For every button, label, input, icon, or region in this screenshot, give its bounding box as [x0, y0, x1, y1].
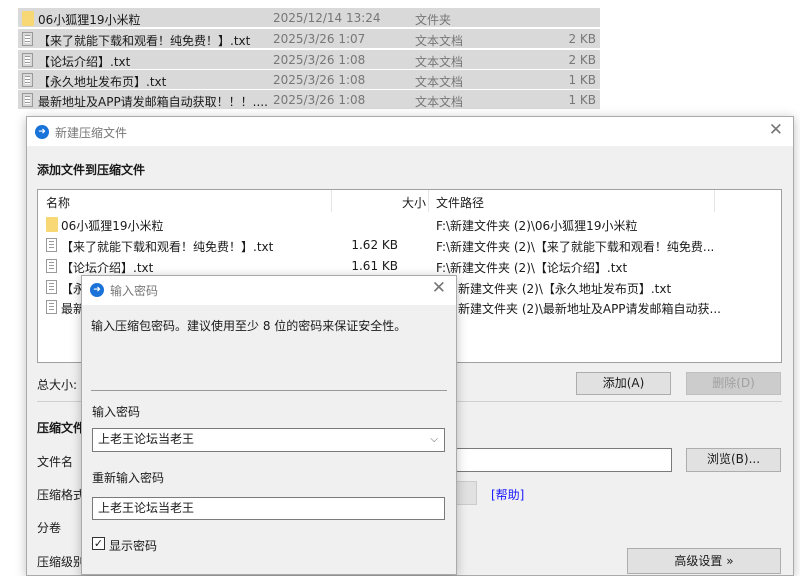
item-path: 新建文件夹 (2)\【永久地址发布页】.txt	[458, 282, 672, 296]
item-path: F:\新建文件夹 (2)\06小狐狸19小米粒	[436, 219, 638, 233]
file-icon	[46, 300, 57, 314]
explorer-row[interactable]: 【来了就能下载和观看！纯免费！】.txt 2025/3/26 1:07 文本文档 2 …	[18, 29, 600, 49]
explorer-row[interactable]: 【永久地址发布页】.txt 2025/3/26 1:08 文本文档 1 KB	[18, 70, 600, 90]
file-name: 【论坛介绍】.txt	[38, 55, 131, 69]
explorer-row[interactable]: 最新地址及APP请发邮箱自动获取！！！.... 2025/3/26 1:08 文本文…	[18, 90, 600, 110]
password-combobox[interactable]: 上老王论坛当老王 ⌵	[92, 428, 445, 452]
title-bar: ➜ 输入密码 ✕	[82, 276, 456, 305]
show-password-label[interactable]: 显示密码	[109, 537, 157, 554]
file-size: 1 KB	[568, 73, 596, 87]
item-size: 1.62 KB	[351, 238, 398, 252]
explorer-row[interactable]: 06小狐狸19小米粒 2025/12/14 13:24 文件夹	[18, 8, 600, 28]
file-name: 【永久地址发布页】.txt	[38, 75, 167, 89]
dialog-title: 输入密码	[110, 284, 159, 298]
item-name: 【来了就能下载和观看！纯免费！】.txt	[61, 240, 274, 254]
app-logo-icon: ➜	[35, 125, 49, 139]
column-header-size[interactable]: 大小	[402, 194, 426, 211]
file-type: 文本文档	[415, 34, 464, 48]
file-date: 2025/12/14 13:24	[273, 11, 381, 25]
password-hint: 输入压缩包密码。建议使用至少 8 位的密码来保证安全性。	[91, 319, 407, 333]
app-logo-icon: ➜	[90, 283, 104, 297]
column-header-path[interactable]: 文件路径	[436, 194, 484, 211]
file-size: 2 KB	[568, 53, 596, 67]
title-bar: ➜ 新建压缩文件 ✕	[27, 117, 793, 146]
file-type: 文件夹	[415, 13, 452, 27]
file-icon	[46, 238, 57, 252]
column-header-name[interactable]: 名称	[46, 194, 70, 211]
format-label: 压缩格式	[37, 488, 86, 502]
close-icon[interactable]: ✕	[769, 120, 783, 140]
close-icon[interactable]: ✕	[432, 278, 446, 298]
file-date: 2025/3/26 1:08	[273, 53, 366, 67]
confirm-password-label: 重新输入密码	[92, 471, 165, 485]
explorer-row[interactable]: 【论坛介绍】.txt 2025/3/26 1:08 文本文档 2 KB	[18, 50, 600, 70]
file-icon	[22, 93, 33, 107]
file-type: 文本文档	[415, 75, 464, 89]
add-button[interactable]: 添加(A)	[576, 372, 671, 395]
filename-input[interactable]	[447, 448, 672, 472]
section-heading: 添加文件到压缩文件	[37, 163, 146, 177]
item-name: 06小狐狸19小米粒	[61, 219, 164, 233]
item-path: F:\新建文件夹 (2)\【来了就能下载和观看！纯免费...	[436, 240, 715, 254]
file-icon	[22, 32, 33, 46]
password-dialog: ➜ 输入密码 ✕ 输入压缩包密码。建议使用至少 8 位的密码来保证安全性。 输入…	[81, 275, 457, 575]
item-name: 【论坛介绍】.txt	[61, 261, 154, 275]
list-item[interactable]: 【论坛介绍】.txt 1.61 KB F:\新建文件夹 (2)\【论坛介绍】.txt	[46, 257, 786, 277]
file-date: 2025/3/26 1:07	[273, 32, 366, 46]
split-label: 分卷	[37, 521, 62, 535]
help-link[interactable]: [帮助]	[491, 486, 524, 503]
dialog-title: 新建压缩文件	[55, 126, 128, 140]
show-password-checkbox[interactable]: ✓	[92, 537, 105, 550]
file-type: 文本文档	[415, 95, 464, 109]
advanced-settings-button[interactable]: 高级设置 »	[627, 548, 781, 574]
item-size: 1.61 KB	[351, 259, 398, 273]
archive-section-title: 压缩文件	[37, 421, 86, 435]
item-path: F:\新建文件夹 (2)\【论坛介绍】.txt	[436, 261, 628, 275]
divider	[91, 390, 447, 391]
file-icon	[46, 259, 57, 273]
file-name: 最新地址及APP请发邮箱自动获取！！！....	[38, 95, 268, 109]
file-name: 06小狐狸19小米粒	[38, 13, 141, 27]
password-label: 输入密码	[92, 405, 141, 419]
file-icon	[22, 53, 33, 67]
file-icon	[22, 73, 33, 87]
level-label: 压缩级别	[37, 555, 86, 569]
file-date: 2025/3/26 1:08	[273, 93, 366, 107]
browse-button[interactable]: 浏览(B)...	[686, 448, 781, 472]
list-item[interactable]: 06小狐狸19小米粒 F:\新建文件夹 (2)\06小狐狸19小米粒	[46, 215, 786, 235]
file-date: 2025/3/26 1:08	[273, 73, 366, 87]
file-type: 文本文档	[415, 55, 464, 69]
confirm-password-input[interactable]: 上老王论坛当老王	[92, 497, 445, 520]
filename-label: 文件名	[37, 455, 74, 469]
list-header: 名称 大小 文件路径	[38, 190, 781, 212]
file-icon	[46, 280, 57, 294]
file-size: 1 KB	[568, 93, 596, 107]
list-item[interactable]: 【来了就能下载和观看！纯免费！】.txt 1.62 KB F:\新建文件夹 (2)\…	[46, 236, 786, 256]
delete-button[interactable]: 删除(D)	[686, 372, 781, 395]
folder-icon	[22, 11, 34, 26]
chevron-down-icon[interactable]: ⌵	[430, 429, 438, 450]
password-value: 上老王论坛当老王	[98, 432, 195, 446]
item-path: 新建文件夹 (2)\最新地址及APP请发邮箱自动获...	[458, 302, 721, 316]
file-size: 2 KB	[568, 32, 596, 46]
folder-icon	[46, 217, 58, 232]
file-name: 【来了就能下载和观看！纯免费！】.txt	[38, 34, 251, 48]
